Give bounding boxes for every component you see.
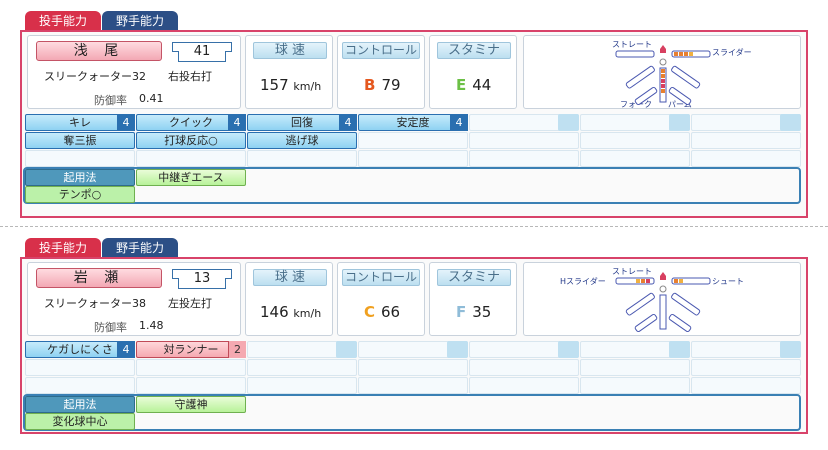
stamina-value: F 35 [456, 303, 492, 321]
stamina-box: スタミナ F 35 [429, 262, 517, 336]
control-grade: C [364, 303, 376, 321]
pitcher-card: 岩 瀬 13 スリークォーター38 左投左打 防御率 1.48 球 速 146 … [20, 257, 808, 434]
pitching-form: スリークォーター38 [44, 297, 146, 310]
ability-slot [580, 359, 690, 376]
ability-stability[interactable]: 安定度 4 [358, 114, 468, 131]
era-label: 防御率 [94, 94, 127, 107]
tab-fielding[interactable]: 野手能力 [102, 238, 178, 258]
era-value: 0.41 [139, 92, 164, 105]
ability-slot [358, 132, 468, 149]
ability-slot [358, 359, 468, 376]
ability-slot [691, 377, 801, 394]
ability-escape-ball[interactable]: 逃げ球 [247, 132, 357, 149]
info-box: 岩 瀬 13 スリークォーター38 左投左打 防御率 1.48 [27, 262, 241, 336]
pitch-chart: ストレート Hスライダー シュート [523, 262, 801, 336]
control-box: コントロール C 66 [337, 262, 425, 336]
ability-slot [691, 132, 801, 149]
usage-label: 起用法 [25, 396, 135, 413]
ability-vs-runner[interactable]: 対ランナー 2 [136, 341, 246, 358]
ability-slot [580, 150, 690, 167]
ability-slot [247, 377, 357, 394]
speed-label: 球 速 [253, 42, 327, 59]
control-box: コントロール B 79 [337, 35, 425, 109]
ability-slot [358, 150, 468, 167]
stamina-grade: F [456, 303, 467, 321]
control-label: コントロール [342, 269, 420, 286]
stamina-value: E 44 [456, 76, 492, 94]
usage-panel: 起用法 守護神 変化球中心 [23, 394, 801, 431]
speed-value: 157 km/h [260, 76, 322, 94]
ability-slot [580, 114, 690, 131]
usage-value[interactable]: 守護神 [136, 396, 246, 413]
ability-slot [247, 341, 357, 358]
ability-slot [469, 132, 579, 149]
pitch-arrows [615, 45, 711, 106]
ability-slot [136, 359, 246, 376]
tab-pitching[interactable]: 投手能力 [25, 11, 101, 31]
ability-slot [25, 377, 135, 394]
ability-slot [580, 341, 690, 358]
ability-slot [469, 114, 579, 131]
ability-slot [469, 359, 579, 376]
info-box: 浅 尾 41 スリークォーター32 右投右打 防御率 0.41 [27, 35, 241, 109]
usage-panel: 起用法 中継ぎエース テンポ○ [23, 167, 801, 204]
speed-box: 球 速 146 km/h [245, 262, 333, 336]
stamina-grade: E [456, 76, 467, 94]
throw-bat: 左投左打 [168, 297, 212, 310]
era-label: 防御率 [94, 321, 127, 334]
stamina-label: スタミナ [437, 42, 511, 59]
ability-slot [580, 132, 690, 149]
ability-slot [247, 359, 357, 376]
ability-slot [691, 150, 801, 167]
extra-ability[interactable]: テンポ○ [25, 186, 135, 203]
ability-slot [25, 150, 135, 167]
ability-injury-resistance[interactable]: ケガしにくさ 4 [25, 341, 135, 358]
pitch-chart: ストレート スライダー フォーク パーム [523, 35, 801, 109]
stamina-box: スタミナ E 44 [429, 35, 517, 109]
ability-slot [469, 150, 579, 167]
ability-slot [691, 114, 801, 131]
player-name: 岩 瀬 [36, 268, 162, 288]
ability-slot [136, 150, 246, 167]
control-label: コントロール [342, 42, 420, 59]
ability-kire[interactable]: キレ 4 [25, 114, 135, 131]
ability-slot [358, 341, 468, 358]
ability-slot [136, 377, 246, 394]
ability-slot [247, 150, 357, 167]
ability-slot [469, 377, 579, 394]
speed-value: 146 km/h [260, 303, 322, 321]
pitching-form: スリークォーター32 [44, 70, 146, 83]
pitch-arrows [615, 272, 711, 333]
ability-recovery[interactable]: 回復 4 [247, 114, 357, 131]
era-value: 1.48 [139, 319, 164, 332]
tab-fielding[interactable]: 野手能力 [102, 11, 178, 31]
usage-label: 起用法 [25, 169, 135, 186]
ability-strikeout[interactable]: 奪三振 [25, 132, 135, 149]
control-grade: B [364, 76, 376, 94]
ability-slot [469, 341, 579, 358]
ability-fielding-reaction[interactable]: 打球反応○ [136, 132, 246, 149]
ability-slot [25, 359, 135, 376]
ability-slot [691, 341, 801, 358]
ability-slot [691, 359, 801, 376]
stamina-label: スタミナ [437, 269, 511, 286]
speed-box: 球 速 157 km/h [245, 35, 333, 109]
extra-ability[interactable]: 変化球中心 [25, 413, 135, 430]
ability-slot [358, 377, 468, 394]
uniform-number: 13 [172, 269, 232, 289]
usage-value[interactable]: 中継ぎエース [136, 169, 246, 186]
section-divider [0, 226, 828, 227]
speed-label: 球 速 [253, 269, 327, 286]
throw-bat: 右投右打 [168, 70, 212, 83]
ability-slot [580, 377, 690, 394]
ability-quick[interactable]: クイック 4 [136, 114, 246, 131]
control-value: B 79 [364, 76, 401, 94]
control-value: C 66 [364, 303, 401, 321]
player-name: 浅 尾 [36, 41, 162, 61]
pitcher-card: 浅 尾 41 スリークォーター32 右投右打 防御率 0.41 球 速 157 … [20, 30, 808, 218]
tab-pitching[interactable]: 投手能力 [25, 238, 101, 258]
uniform-number: 41 [172, 42, 232, 62]
